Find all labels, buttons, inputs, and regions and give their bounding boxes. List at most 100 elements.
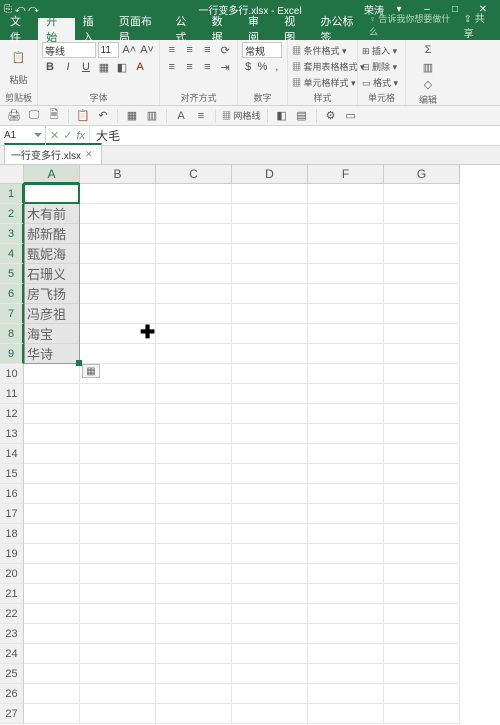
cell[interactable] — [384, 264, 460, 284]
cell[interactable] — [24, 364, 80, 384]
row-header[interactable]: 4 — [0, 244, 24, 264]
row-header[interactable]: 14 — [0, 444, 24, 464]
cell[interactable] — [80, 604, 156, 624]
cell[interactable] — [308, 244, 384, 264]
qat-icon[interactable]: ▭ — [343, 108, 359, 124]
cell[interactable] — [80, 424, 156, 444]
tab-layout[interactable]: 页面布局 — [111, 18, 168, 40]
cell[interactable] — [384, 584, 460, 604]
cell[interactable] — [384, 524, 460, 544]
cell[interactable] — [384, 324, 460, 344]
cell[interactable] — [24, 464, 80, 484]
share-button[interactable]: ⇪ 共享 — [464, 10, 492, 40]
column-header-G[interactable]: G — [384, 165, 460, 184]
tab-insert[interactable]: 插入 — [75, 18, 111, 40]
cell[interactable] — [308, 204, 384, 224]
cell[interactable] — [156, 284, 232, 304]
row-header[interactable]: 6 — [0, 284, 24, 304]
cell[interactable] — [308, 344, 384, 364]
increase-font-icon[interactable]: A˄ — [121, 42, 137, 58]
cell[interactable] — [308, 684, 384, 704]
cell[interactable] — [80, 344, 156, 364]
cell[interactable] — [156, 564, 232, 584]
workbook-tab[interactable]: 一行变多行.xlsx✕ — [4, 143, 102, 164]
font-name-select[interactable]: 等线 — [42, 42, 96, 58]
row-header[interactable]: 1 — [0, 184, 24, 204]
clear-icon[interactable]: ◇ — [420, 76, 436, 92]
align-center-icon[interactable]: ≡ — [182, 59, 198, 75]
cell[interactable] — [232, 244, 308, 264]
cell[interactable] — [232, 664, 308, 684]
number-format-select[interactable]: 常规 — [242, 42, 282, 58]
cell[interactable] — [80, 524, 156, 544]
cell[interactable] — [80, 504, 156, 524]
cell[interactable] — [232, 544, 308, 564]
cell[interactable] — [308, 484, 384, 504]
cell[interactable] — [80, 204, 156, 224]
cell[interactable] — [232, 684, 308, 704]
conditional-format-button[interactable]: ▦ 条件格式 ▾ — [292, 44, 353, 57]
cell[interactable] — [308, 644, 384, 664]
italic-button[interactable]: I — [60, 59, 76, 75]
row-header[interactable]: 20 — [0, 564, 24, 584]
qat-icon[interactable]: ▤ — [294, 108, 310, 124]
cell[interactable] — [308, 664, 384, 684]
cell[interactable] — [156, 524, 232, 544]
paste-options-icon[interactable]: ▦ — [82, 364, 100, 378]
row-header[interactable]: 11 — [0, 384, 24, 404]
qat-icon[interactable]: ↶ — [95, 108, 111, 124]
row-header[interactable]: 21 — [0, 584, 24, 604]
qat-icon[interactable]: ▦ — [124, 108, 140, 124]
insert-cells-button[interactable]: ⊞ 插入 ▾ — [362, 44, 401, 57]
cell[interactable] — [232, 284, 308, 304]
cell[interactable] — [308, 544, 384, 564]
qat-icon[interactable]: ⚙ — [323, 108, 339, 124]
column-header-C[interactable]: C — [156, 165, 232, 184]
formula-input[interactable]: 大毛 — [90, 126, 500, 145]
cell[interactable] — [156, 584, 232, 604]
cell[interactable] — [308, 704, 384, 724]
cell[interactable] — [308, 284, 384, 304]
cell[interactable] — [308, 524, 384, 544]
cell[interactable] — [80, 664, 156, 684]
cell[interactable] — [308, 464, 384, 484]
cell[interactable] — [308, 564, 384, 584]
cell[interactable] — [384, 224, 460, 244]
row-header[interactable]: 17 — [0, 504, 24, 524]
cell[interactable] — [384, 404, 460, 424]
cell[interactable] — [384, 284, 460, 304]
indent-icon[interactable]: ⇥ — [217, 59, 233, 75]
cell[interactable] — [232, 324, 308, 344]
cell[interactable] — [80, 704, 156, 724]
row-header[interactable]: 13 — [0, 424, 24, 444]
cell[interactable] — [24, 564, 80, 584]
cell[interactable] — [156, 384, 232, 404]
row-header[interactable]: 10 — [0, 364, 24, 384]
comma-icon[interactable]: , — [271, 59, 283, 75]
cell[interactable] — [384, 624, 460, 644]
cell[interactable] — [384, 464, 460, 484]
row-header[interactable]: 25 — [0, 664, 24, 684]
decrease-font-icon[interactable]: A˅ — [139, 42, 155, 58]
cell[interactable] — [80, 184, 156, 204]
cell[interactable] — [156, 364, 232, 384]
tell-me-search[interactable]: ♀ 告诉我你想要做什么 — [369, 12, 452, 38]
row-header[interactable]: 18 — [0, 524, 24, 544]
cell[interactable] — [232, 644, 308, 664]
cell[interactable] — [232, 464, 308, 484]
cell[interactable] — [156, 624, 232, 644]
align-right-icon[interactable]: ≡ — [200, 59, 216, 75]
cell[interactable] — [156, 264, 232, 284]
border-button[interactable]: ▦ — [96, 59, 112, 75]
cell[interactable] — [156, 424, 232, 444]
cell[interactable] — [24, 604, 80, 624]
cell[interactable] — [24, 444, 80, 464]
cell[interactable] — [156, 484, 232, 504]
tab-office[interactable]: 办公标签 — [313, 18, 370, 40]
cell[interactable] — [308, 304, 384, 324]
cell[interactable] — [24, 524, 80, 544]
cell[interactable] — [80, 564, 156, 584]
cell[interactable] — [24, 404, 80, 424]
cell[interactable] — [80, 544, 156, 564]
qat-icon[interactable]: ≡ — [193, 108, 209, 124]
